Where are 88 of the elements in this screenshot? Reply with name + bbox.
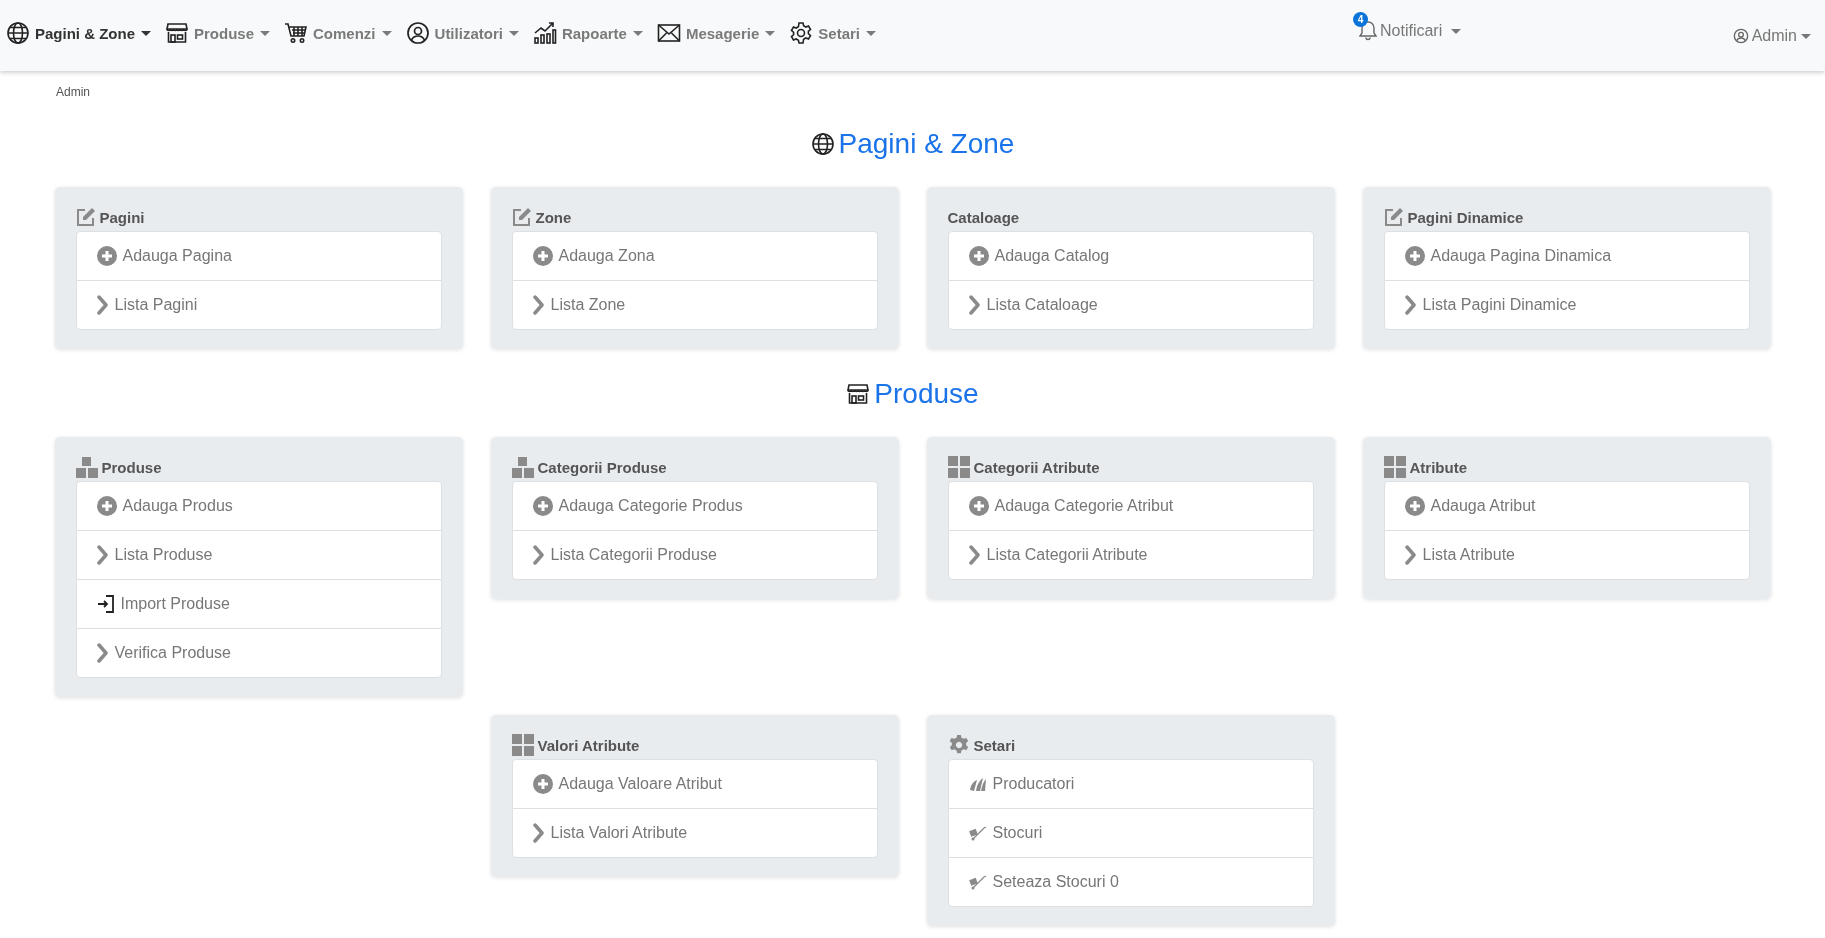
edit-icon bbox=[1383, 207, 1404, 227]
chevron-right-icon bbox=[96, 545, 109, 565]
card-title: Zone bbox=[535, 208, 572, 226]
card-title: Cataloage bbox=[947, 208, 1020, 226]
cart-icon bbox=[284, 21, 309, 45]
user-icon bbox=[405, 21, 430, 45]
plus-icon bbox=[1404, 496, 1425, 516]
envelope-icon bbox=[656, 21, 681, 45]
settings-icon bbox=[789, 21, 814, 45]
plus-icon bbox=[96, 496, 117, 516]
menu-link[interactable]: Adauga Produs bbox=[76, 482, 441, 530]
settings-icon bbox=[947, 734, 970, 756]
chevron-right-icon bbox=[532, 823, 545, 843]
chart-icon bbox=[532, 21, 557, 45]
nav-menu[interactable]: Produse bbox=[165, 21, 271, 45]
dolly-icon bbox=[968, 874, 987, 890]
plus-icon bbox=[532, 496, 553, 516]
nav-menu[interactable]: Utilizatori bbox=[405, 21, 519, 45]
chevron-right-icon bbox=[96, 295, 109, 315]
card-title: Produse bbox=[101, 458, 162, 476]
menu-link[interactable]: Lista Pagini Dinamice bbox=[1384, 280, 1749, 329]
chevron-right-icon bbox=[1404, 295, 1417, 315]
chevron-right-icon bbox=[532, 545, 545, 565]
boxes-icon bbox=[75, 456, 98, 478]
account-menu[interactable]: Admin bbox=[1732, 27, 1811, 45]
card-title: Atribute bbox=[1409, 458, 1467, 476]
plus-icon bbox=[532, 246, 553, 266]
nav-menu[interactable]: Pagini & Zone bbox=[6, 21, 151, 45]
notification-count-badge: 4 bbox=[1353, 12, 1368, 27]
menu-link[interactable]: Lista Categorii Atribute bbox=[948, 530, 1313, 579]
dolly-icon bbox=[968, 825, 987, 841]
plus-icon bbox=[1404, 246, 1425, 266]
nav-menu[interactable]: Comenzi bbox=[284, 21, 392, 45]
chevron-right-icon bbox=[532, 295, 545, 315]
card-title: Categorii Produse bbox=[537, 458, 667, 476]
menu-link[interactable]: Adauga Valoare Atribut bbox=[512, 760, 877, 808]
menu-link[interactable]: Import Produse bbox=[76, 579, 441, 628]
menu-link[interactable]: Lista Valori Atribute bbox=[512, 808, 877, 857]
menu-link[interactable]: Lista Produse bbox=[76, 530, 441, 579]
plus-icon bbox=[968, 246, 989, 266]
section-title: Produse bbox=[874, 377, 979, 411]
edit-icon bbox=[75, 207, 96, 227]
chevron-right-icon bbox=[1404, 545, 1417, 565]
globe-icon bbox=[6, 21, 30, 45]
notifications-menu[interactable]: 4 Notificari bbox=[1353, 10, 1462, 42]
menu-link[interactable]: Adauga Catalog bbox=[948, 232, 1313, 280]
grid-icon bbox=[947, 456, 970, 478]
menu-link[interactable]: Lista Pagini bbox=[76, 280, 441, 329]
menu-link[interactable]: Adauga Atribut bbox=[1384, 482, 1749, 530]
plus-icon bbox=[96, 246, 117, 266]
card-title: Valori Atribute bbox=[537, 736, 640, 754]
chevron-right-icon bbox=[968, 545, 981, 565]
chevron-right-icon bbox=[96, 643, 109, 663]
menu-link[interactable]: Lista Zone bbox=[512, 280, 877, 329]
card-title: Pagini Dinamice bbox=[1407, 208, 1524, 226]
edit-icon bbox=[511, 207, 532, 227]
menu-link[interactable]: Adauga Zona bbox=[512, 232, 877, 280]
menu-link[interactable]: Adauga Pagina Dinamica bbox=[1384, 232, 1749, 280]
nav-menu[interactable]: Rapoarte bbox=[532, 21, 643, 45]
card-title: Setari bbox=[973, 736, 1016, 754]
grid-icon bbox=[511, 734, 534, 756]
import-icon bbox=[96, 594, 115, 614]
breadcrumb: Admin bbox=[56, 85, 91, 99]
storefront-icon bbox=[846, 382, 871, 406]
leaves-icon bbox=[968, 776, 987, 792]
plus-icon bbox=[968, 496, 989, 516]
menu-link[interactable]: Adauga Pagina bbox=[76, 232, 441, 280]
menu-link[interactable]: Producatori bbox=[948, 760, 1313, 808]
plus-icon bbox=[532, 774, 553, 794]
menu-link[interactable]: Lista Cataloage bbox=[948, 280, 1313, 329]
menu-link[interactable]: Lista Categorii Produse bbox=[512, 530, 877, 579]
grid-icon bbox=[1383, 456, 1406, 478]
menu-link[interactable]: Seteaza Stocuri 0 bbox=[948, 857, 1313, 906]
card-title: Pagini bbox=[99, 208, 145, 226]
globe-icon bbox=[810, 132, 835, 156]
chevron-right-icon bbox=[968, 295, 981, 315]
card-title: Categorii Atribute bbox=[973, 458, 1100, 476]
menu-link[interactable]: Verifica Produse bbox=[76, 628, 441, 677]
menu-link[interactable]: Adauga Categorie Atribut bbox=[948, 482, 1313, 530]
storefront-icon bbox=[165, 21, 189, 45]
nav-menu[interactable]: Setari bbox=[789, 21, 876, 45]
section-title: Pagini & Zone bbox=[838, 127, 1015, 161]
user-icon bbox=[1732, 28, 1749, 44]
menu-link[interactable]: Lista Atribute bbox=[1384, 530, 1749, 579]
boxes-icon bbox=[511, 456, 534, 478]
nav-menu[interactable]: Mesagerie bbox=[656, 21, 776, 45]
menu-link[interactable]: Stocuri bbox=[948, 808, 1313, 857]
menu-link[interactable]: Adauga Categorie Produs bbox=[512, 482, 877, 530]
